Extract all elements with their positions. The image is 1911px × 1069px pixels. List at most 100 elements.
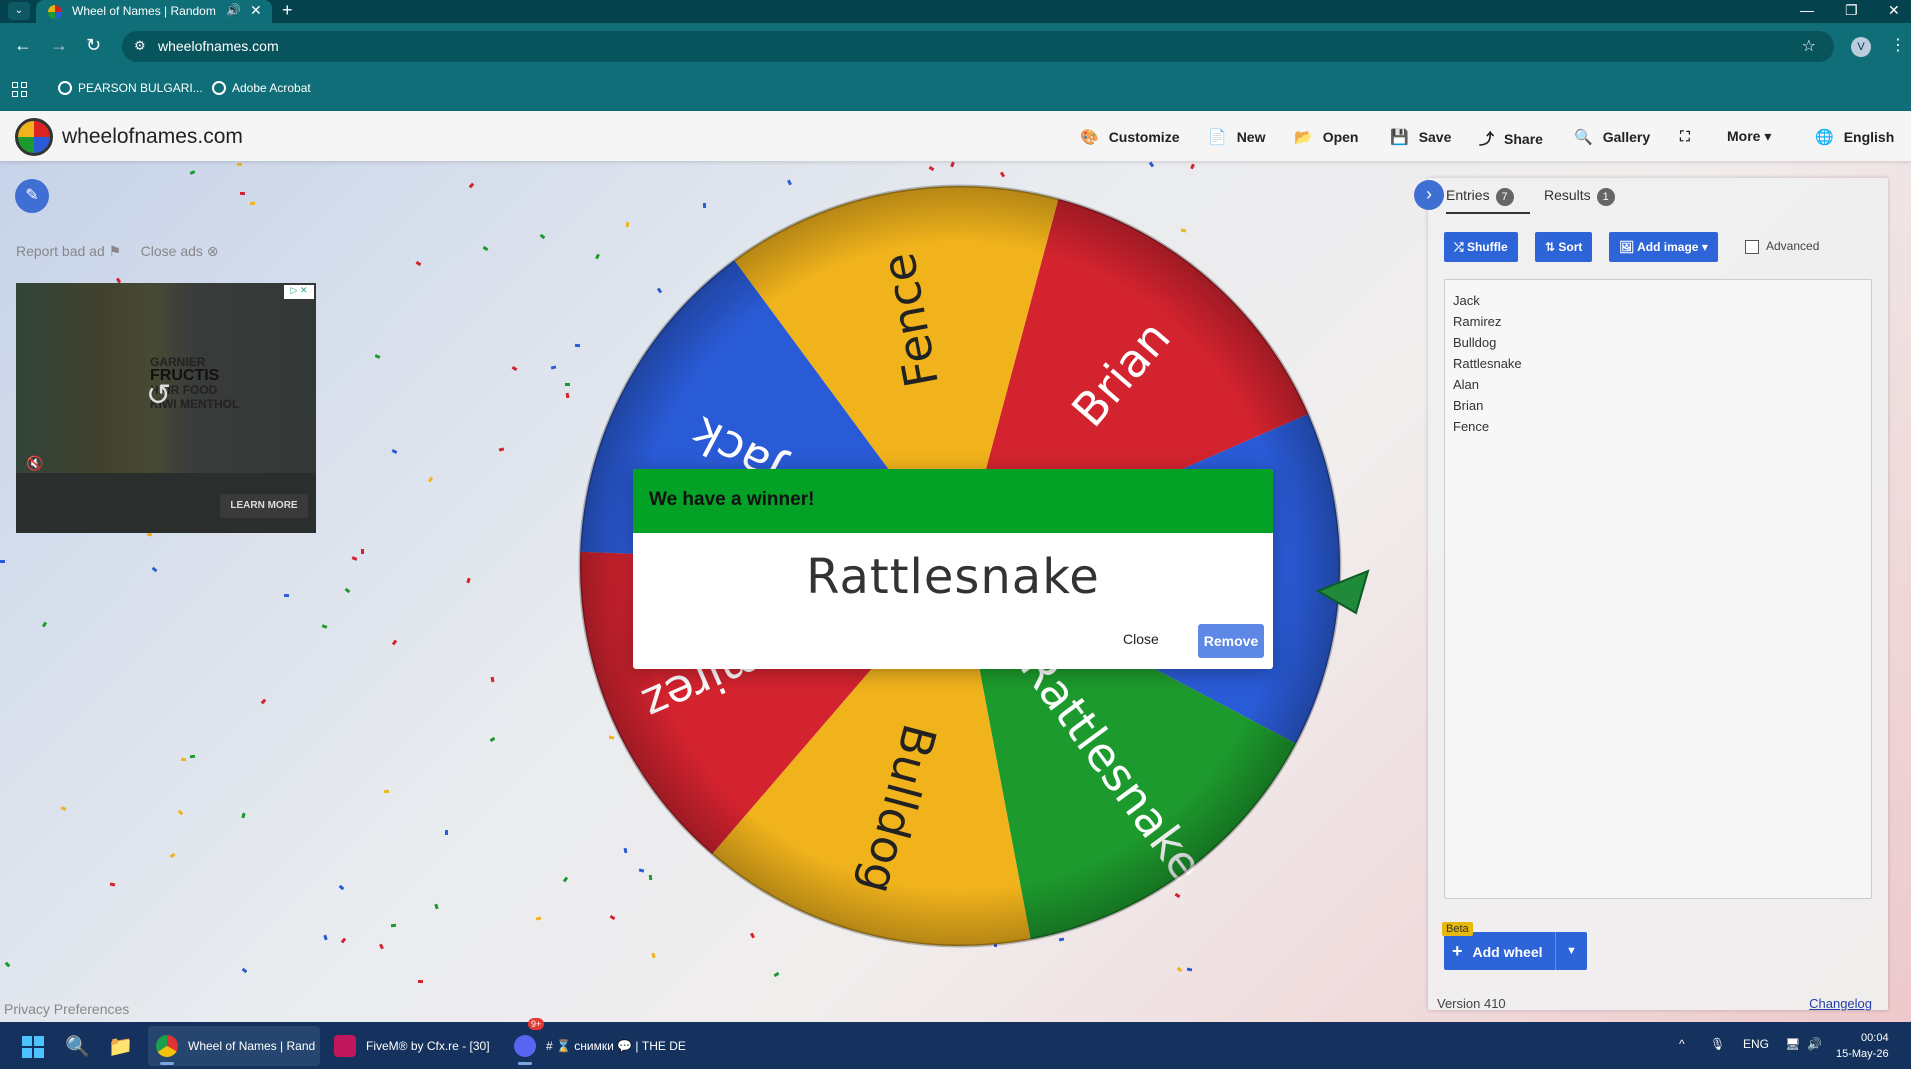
language-button[interactable]: 🌐 English	[1815, 128, 1894, 146]
microphone-icon[interactable]: 🎙	[1710, 1037, 1725, 1051]
close-window-icon[interactable]: ✕	[1888, 2, 1900, 19]
back-icon[interactable]: ←	[14, 35, 32, 56]
image-icon: 🖼	[1619, 240, 1635, 254]
site-info-icon[interactable]: ⚙	[134, 38, 146, 54]
fullscreen-icon[interactable]: ⛶	[1680, 128, 1690, 145]
advanced-label: Advanced	[1766, 239, 1820, 253]
folder-icon: 📂	[1294, 129, 1313, 146]
url-text[interactable]: wheelofnames.com	[158, 38, 279, 54]
entries-count-badge: 7	[1495, 188, 1514, 206]
wheel-favicon-icon	[48, 5, 62, 19]
new-button[interactable]: 📄 New	[1208, 128, 1265, 146]
main-area: ✎ Report bad ad ⚑ Close ads ⊗ ▷ ✕ GARNIE…	[0, 161, 1911, 1022]
tray-chevron-icon[interactable]: ^	[1679, 1037, 1685, 1051]
entries-textarea[interactable]: Jack Ramirez Bulldog Rattlesnake Alan Br…	[1444, 279, 1872, 899]
volume-icon[interactable]: 🔊	[1807, 1037, 1822, 1051]
winner-dialog: We have a winner! Rattlesnake Close Remo…	[633, 469, 1273, 669]
save-button[interactable]: 💾 Save	[1390, 128, 1451, 146]
active-tab-indicator	[1446, 212, 1530, 214]
results-count-badge: 1	[1596, 188, 1615, 206]
bookmark-star-icon[interactable]: ☆	[1802, 36, 1816, 56]
apps-grid-icon[interactable]	[12, 82, 27, 97]
minimize-icon[interactable]: —	[1800, 2, 1814, 18]
bookmark-pearson[interactable]: PEARSON BULGARI...	[58, 81, 203, 95]
address-bar-row: ← → ↻ ⚙ wheelofnames.com ☆ V ⋮	[0, 23, 1911, 69]
tab-results[interactable]: Results 1	[1544, 187, 1615, 206]
list-item: Brian	[1453, 398, 1484, 413]
reload-icon[interactable]: ↻	[86, 35, 101, 56]
plus-icon: +	[1452, 941, 1463, 961]
list-item: Fence	[1453, 419, 1490, 434]
browser-tab-bar: ⌄ Wheel of Names | Random 🔊 ✕ + — ❐ ✕	[0, 0, 1911, 23]
add-wheel-dropdown[interactable]: ▼	[1555, 932, 1587, 970]
changelog-link[interactable]: Changelog	[1809, 996, 1872, 1011]
list-item: Alan	[1453, 377, 1480, 392]
app-header: wheelofnames.com 🎨 Customize 📄 New 📂 Open 💾…	[0, 111, 1911, 161]
palette-icon: 🎨	[1080, 129, 1099, 146]
tab-title: Wheel of Names | Random	[72, 4, 216, 18]
chevron-down-icon: ▾	[1764, 128, 1772, 144]
chevron-down-icon: ▾	[1701, 240, 1708, 254]
fivem-icon	[334, 1035, 356, 1057]
file-icon: 📄	[1208, 129, 1227, 146]
customize-button[interactable]: 🎨 Customize	[1080, 128, 1179, 146]
open-button[interactable]: 📂 Open	[1294, 128, 1358, 146]
taskbar-discord[interactable]: 9+ # ⌛ снимки 💬 | THE DE	[506, 1018, 686, 1066]
network-icon[interactable]: 🖥	[1785, 1037, 1800, 1051]
chrome-icon	[156, 1035, 178, 1057]
browser-tab[interactable]: Wheel of Names | Random 🔊 ✕	[36, 0, 272, 23]
list-item: Ramirez	[1453, 314, 1502, 329]
shuffle-button[interactable]: ⤮ Shuffle	[1444, 232, 1518, 262]
notification-badge: 9+	[528, 1018, 545, 1030]
winner-name: Rattlesnake	[806, 549, 1100, 605]
sort-button[interactable]: ⇅ Sort	[1535, 232, 1593, 262]
site-name[interactable]: wheelofnames.com	[62, 125, 243, 149]
share-icon: ⤴	[1479, 131, 1495, 148]
gallery-button[interactable]: 🔍 Gallery	[1574, 128, 1650, 146]
search-icon: 🔍	[1574, 129, 1593, 146]
remove-button[interactable]: Remove	[1198, 624, 1264, 658]
discord-icon	[514, 1035, 536, 1057]
site-logo[interactable]	[15, 118, 53, 156]
more-menu-button[interactable]: More ▾	[1727, 128, 1771, 145]
advanced-checkbox[interactable]	[1745, 240, 1759, 254]
omnibox[interactable]: ⚙ wheelofnames.com ☆	[122, 31, 1834, 62]
globe-icon	[212, 81, 226, 95]
audio-playing-icon[interactable]: 🔊	[226, 3, 241, 17]
bookmark-adobe[interactable]: Adobe Acrobat	[212, 81, 311, 95]
globe-icon	[58, 81, 72, 95]
collapse-panel-icon[interactable]: ›	[1414, 180, 1444, 210]
add-image-button[interactable]: 🖼 Add image ▾	[1609, 232, 1718, 262]
share-button[interactable]: ⤴ Share	[1479, 128, 1543, 149]
winner-dialog-title: We have a winner!	[633, 469, 1273, 533]
windows-start-icon[interactable]	[22, 1036, 44, 1058]
entries-panel: › Entries 7 Results 1 ⤮ Shuffle ⇅ Sort 🖼 A…	[1414, 178, 1888, 1011]
list-item: Rattlesnake	[1453, 356, 1522, 371]
restore-icon[interactable]: ❐	[1845, 2, 1858, 19]
language-indicator[interactable]: ENG	[1743, 1037, 1769, 1051]
globe-icon: 🌐	[1815, 129, 1834, 146]
close-tab-icon[interactable]: ✕	[250, 2, 262, 19]
list-item: Bulldog	[1453, 335, 1497, 350]
close-button[interactable]: Close	[1123, 631, 1159, 647]
taskbar-chrome[interactable]: Wheel of Names | Rand	[148, 1026, 320, 1066]
add-wheel-button[interactable]: + Add wheel ▼	[1444, 932, 1587, 970]
beta-badge: Beta	[1442, 922, 1473, 936]
tab-entries[interactable]: Entries 7	[1446, 187, 1514, 206]
tab-search-button[interactable]: ⌄	[8, 2, 30, 20]
version-text: Version 410	[1437, 996, 1506, 1011]
shuffle-icon: ⤮	[1454, 240, 1464, 254]
file-explorer-icon[interactable]: 📁	[108, 1034, 133, 1059]
profile-avatar[interactable]: V	[1851, 37, 1871, 57]
list-item: Jack	[1453, 293, 1480, 308]
sort-icon: ⇅	[1545, 240, 1556, 254]
browser-menu-icon[interactable]: ⋮	[1890, 35, 1906, 55]
new-tab-button[interactable]: +	[282, 0, 293, 21]
clock[interactable]: 00:04 15-May-26	[1836, 1030, 1889, 1062]
search-icon[interactable]: 🔍	[65, 1034, 90, 1059]
taskbar-fivem[interactable]: FiveM® by Cfx.re - [30]	[326, 1026, 496, 1066]
forward-icon[interactable]: →	[50, 35, 68, 56]
bookmarks-bar: PEARSON BULGARI... Adobe Acrobat	[0, 69, 1911, 111]
save-icon: 💾	[1390, 129, 1409, 146]
windows-taskbar: 🔍 📁 Wheel of Names | Rand FiveM® by Cfx.…	[0, 1018, 1911, 1069]
